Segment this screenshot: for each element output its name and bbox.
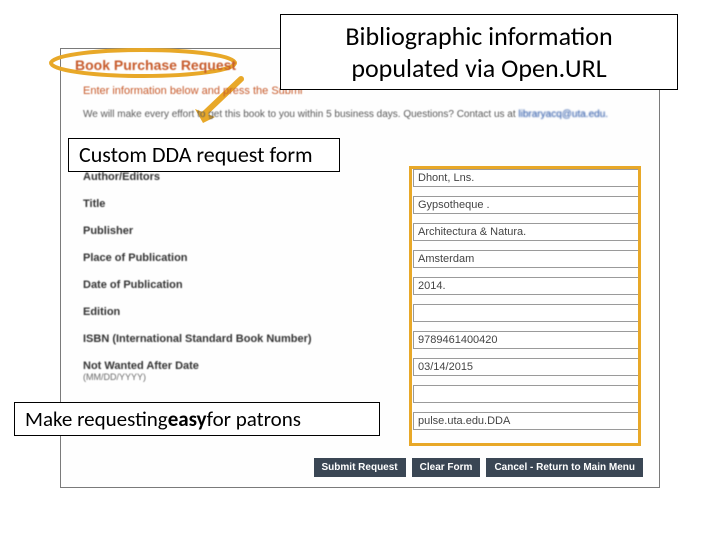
instruction-line-1: Enter information below and press the Su… xyxy=(83,85,303,97)
field-label: Edition xyxy=(83,304,413,318)
field-input[interactable] xyxy=(413,385,639,403)
field-input[interactable] xyxy=(413,277,639,295)
clear-button[interactable]: Clear Form xyxy=(412,458,481,477)
field-row: Edition xyxy=(83,304,639,331)
field-input[interactable] xyxy=(413,358,639,376)
callout-bottom-pre: Make requesting xyxy=(25,406,168,432)
field-input[interactable] xyxy=(413,250,639,268)
field-input[interactable] xyxy=(413,331,639,349)
field-label: ISBN (International Standard Book Number… xyxy=(83,331,413,345)
field-row: Title xyxy=(83,196,639,223)
instruction-line-2: We will make every effort to get this bo… xyxy=(83,109,608,120)
field-row: Author/Editors xyxy=(83,169,639,196)
field-label xyxy=(83,385,413,387)
field-label: Publisher xyxy=(83,223,413,237)
field-input[interactable] xyxy=(413,412,639,430)
callout-bottom-post: for patrons xyxy=(207,406,301,432)
field-input[interactable] xyxy=(413,304,639,322)
contact-email: libraryacq@uta.edu. xyxy=(518,109,608,120)
callout-bottom: Make requesting easy for patrons xyxy=(14,402,380,436)
field-row: Not Wanted After Date(MM/DD/YYYY) xyxy=(83,358,639,385)
form-buttons: Submit Request Clear Form Cancel - Retur… xyxy=(314,458,643,477)
submit-button[interactable]: Submit Request xyxy=(314,458,406,477)
field-row: Publisher xyxy=(83,223,639,250)
field-label: Place of Publication xyxy=(83,250,413,264)
field-label: Date of Publication xyxy=(83,277,413,291)
cancel-button[interactable]: Cancel - Return to Main Menu xyxy=(486,458,643,477)
form-fields: Author/EditorsTitle Publisher Place of Pub… xyxy=(83,169,639,439)
field-input[interactable] xyxy=(413,196,639,214)
field-label: Title xyxy=(83,196,413,210)
field-row: Place of Publication xyxy=(83,250,639,277)
field-row: ISBN (International Standard Book Number… xyxy=(83,331,639,358)
form-heading: Book Purchase Request xyxy=(75,57,236,73)
field-row: Date of Publication xyxy=(83,277,639,304)
callout-mid: Custom DDA request form xyxy=(68,138,340,172)
field-sublabel: (MM/DD/YYYY) xyxy=(83,372,146,382)
callout-top: Bibliographic information populated via … xyxy=(280,14,678,90)
field-label: Not Wanted After Date xyxy=(83,358,413,372)
field-input[interactable] xyxy=(413,223,639,241)
field-input[interactable] xyxy=(413,169,639,187)
instruction-text: We will make every effort to get this bo… xyxy=(83,109,518,120)
callout-bottom-bold: easy xyxy=(168,406,207,432)
